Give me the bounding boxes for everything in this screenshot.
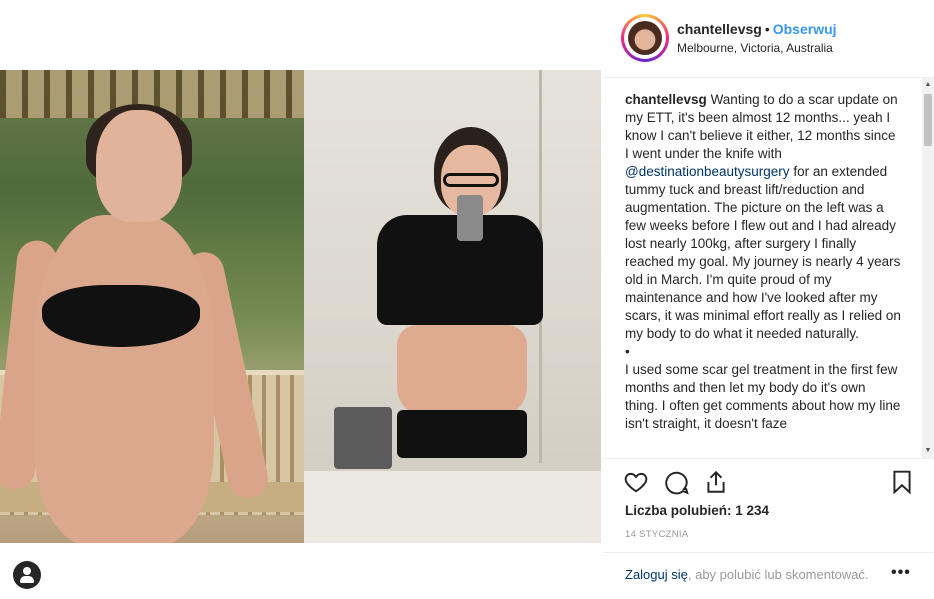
bookmark-icon[interactable] xyxy=(889,469,915,495)
author-line: chantellevsg • Obserwuj xyxy=(677,21,837,37)
caption: chantellevsg Wanting to do a scar update… xyxy=(625,91,901,433)
profile-shoulders xyxy=(20,576,34,583)
post-date[interactable]: 14 STYCZNIA xyxy=(625,529,688,540)
post-side-panel: chantellevsg • Obserwuj Melbourne, Victori… xyxy=(603,0,934,599)
more-options-icon[interactable]: ••• xyxy=(891,564,911,582)
bra xyxy=(42,285,200,347)
phone xyxy=(457,195,483,241)
comment-icon[interactable] xyxy=(664,469,690,495)
torso xyxy=(397,325,527,417)
caption-text: I used some scar gel treatment in the fi… xyxy=(625,362,901,431)
avatar-image xyxy=(624,17,666,59)
person-before xyxy=(0,104,272,543)
after-photo xyxy=(304,70,601,543)
scroll-thumb[interactable] xyxy=(924,94,932,146)
heart-icon[interactable] xyxy=(623,469,649,495)
follow-button[interactable]: Obserwuj xyxy=(773,21,837,37)
caption-scrollbar[interactable]: ▲ ▼ xyxy=(922,78,934,458)
shorts xyxy=(397,410,527,458)
likes-summary[interactable]: Liczba polubień: 1 234 xyxy=(625,503,769,518)
post-location[interactable]: Melbourne, Victoria, Australia xyxy=(677,41,833,55)
before-photo xyxy=(0,70,304,543)
caption-bullet: • xyxy=(625,344,630,359)
login-link[interactable]: Zaloguj się xyxy=(625,567,688,582)
mention-link[interactable]: @destinationbeautysurgery xyxy=(625,164,790,179)
user-profile-icon[interactable] xyxy=(13,561,41,589)
caption-author[interactable]: chantellevsg xyxy=(625,92,707,107)
separator-dot: • xyxy=(764,21,770,37)
person-after xyxy=(359,125,559,485)
post-media xyxy=(0,0,603,599)
avatar-face xyxy=(628,21,662,55)
caption-paragraph: chantellevsg Wanting to do a scar update… xyxy=(625,91,901,343)
head xyxy=(96,110,182,222)
likes-label: Liczba polubień: xyxy=(625,503,732,518)
scroll-down-arrow-icon[interactable]: ▼ xyxy=(922,444,934,458)
caption-scroll-area[interactable]: chantellevsg Wanting to do a scar update… xyxy=(603,78,934,458)
post-header: chantellevsg • Obserwuj Melbourne, Victori… xyxy=(603,0,934,78)
likes-count: 1 234 xyxy=(735,503,770,518)
login-text: Zaloguj się, aby polubić lub skomentować… xyxy=(625,567,869,582)
share-icon[interactable] xyxy=(703,469,729,495)
profile-head xyxy=(23,567,31,575)
glasses xyxy=(443,173,499,187)
author-username[interactable]: chantellevsg xyxy=(677,21,762,37)
scroll-up-arrow-icon[interactable]: ▲ xyxy=(922,78,934,92)
author-avatar[interactable] xyxy=(621,14,669,62)
caption-text: for an extended tummy tuck and breast li… xyxy=(625,164,901,341)
torso xyxy=(34,215,214,543)
login-rest: , aby polubić lub skomentować. xyxy=(687,567,869,582)
login-prompt: Zaloguj się, aby polubić lub skomentować… xyxy=(603,552,934,599)
